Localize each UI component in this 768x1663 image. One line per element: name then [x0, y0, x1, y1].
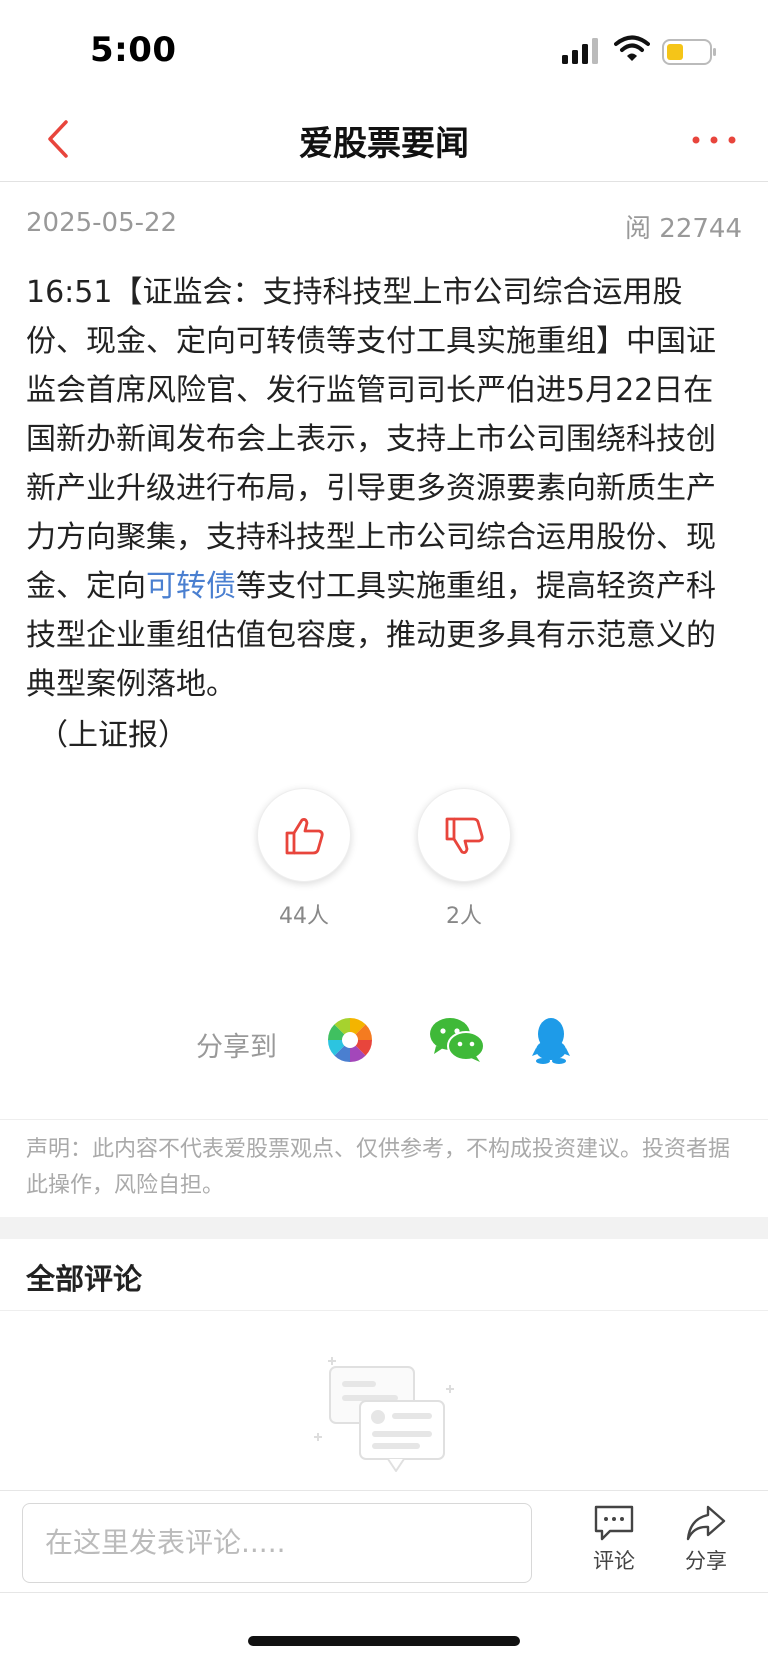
- article-date: 2025-05-22: [26, 208, 178, 238]
- bottom-bar: 在这里发表评论..... 评论 分享: [0, 1490, 768, 1593]
- battery-icon: [662, 39, 716, 65]
- comments-title: 全部评论: [26, 1262, 143, 1296]
- nav-bar: 爱股票要闻: [0, 100, 768, 182]
- home-indicator: [248, 1636, 520, 1646]
- comment-button-label: 评论: [593, 1549, 635, 1573]
- qq-icon[interactable]: [531, 1016, 571, 1064]
- empty-comments-illustration-icon: [314, 1357, 454, 1472]
- wechat-moments-icon[interactable]: [326, 1016, 374, 1064]
- comment-input[interactable]: 在这里发表评论.....: [22, 1503, 532, 1583]
- thumbs-up-icon: [285, 818, 324, 855]
- article-source: （上证报）: [38, 718, 188, 753]
- thumbs-down-icon: [445, 817, 484, 854]
- article-text: 16:51【证监会：支持科技型上市公司综合运用股份、现金、定向可转债等支付工具实…: [26, 275, 716, 604]
- page-title: 爱股票要闻: [299, 124, 469, 164]
- article-meta: 2025-05-22 阅 22744: [26, 208, 742, 248]
- read-count: 阅 22744: [625, 214, 742, 244]
- share-to-label: 分享到: [196, 1032, 277, 1063]
- wechat-icon[interactable]: [428, 1016, 486, 1064]
- dislike-button[interactable]: [417, 788, 511, 882]
- wifi-icon: [614, 35, 650, 61]
- stock-link[interactable]: 可转债: [146, 569, 236, 604]
- article-body: 16:51【证监会：支持科技型上市公司综合运用股份、现金、定向可转债等支付工具实…: [26, 268, 742, 709]
- share-button[interactable]: 分享: [666, 1503, 746, 1583]
- section-separator: [0, 1217, 768, 1239]
- like-count: 44人: [279, 904, 329, 929]
- dislike-count: 2人: [446, 904, 482, 929]
- comment-button[interactable]: 评论: [574, 1503, 654, 1583]
- like-button[interactable]: [257, 788, 351, 882]
- status-bar: 5:00: [0, 0, 768, 100]
- divider: [0, 1119, 768, 1120]
- disclaimer: 声明：此内容不代表爱股票观点、仅供参考，不构成投资建议。投资者据此操作，风险自担…: [26, 1137, 731, 1198]
- divider: [0, 1310, 768, 1311]
- signal-icon: [562, 38, 598, 64]
- more-icon[interactable]: [686, 120, 746, 160]
- share-button-label: 分享: [685, 1549, 727, 1573]
- comment-icon: [594, 1505, 634, 1541]
- share-icon: [686, 1505, 726, 1541]
- status-time: 5:00: [90, 30, 177, 70]
